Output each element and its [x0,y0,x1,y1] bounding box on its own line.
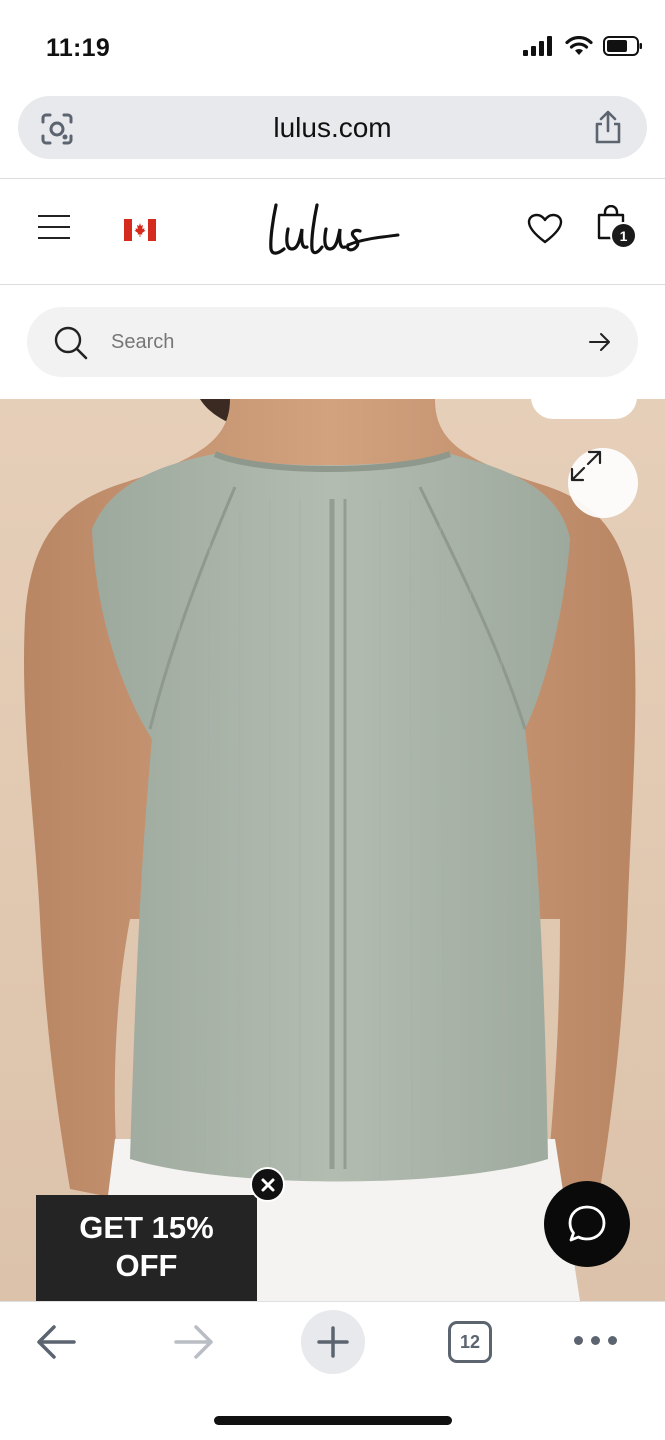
close-icon [261,1178,274,1191]
product-image[interactable] [0,399,665,1301]
menu-icon[interactable] [38,215,70,239]
more-icon[interactable] [574,1336,617,1345]
tabs-icon[interactable]: 12 [448,1321,492,1363]
battery-icon [603,36,642,56]
url-text[interactable]: lulus.com [18,112,647,144]
expand-button[interactable] [568,448,638,518]
divider [0,284,665,285]
arrow-right-icon[interactable] [588,332,612,352]
new-tab-button[interactable] [301,1310,365,1374]
back-arrow-icon[interactable] [34,1322,78,1362]
promo-label[interactable]: GET 15% OFF [79,1210,213,1283]
status-bar: 11:19 [0,0,665,92]
brand-logo[interactable] [262,199,402,261]
search-bar[interactable] [27,307,638,377]
cellular-signal-icon [523,36,552,56]
share-icon[interactable] [593,109,623,145]
url-bar[interactable]: lulus.com [18,96,647,159]
tab-count: 12 [459,1331,481,1352]
promo-close-button[interactable] [250,1167,285,1202]
search-input[interactable] [111,325,551,359]
wifi-icon [565,36,593,55]
status-time: 11:19 [46,34,111,62]
product-photo [0,399,665,1301]
home-indicator[interactable] [214,1416,452,1425]
expand-icon [570,450,602,482]
site-header: 1 [0,179,665,284]
search-icon [54,326,88,360]
bag-count-badge: 1 [610,222,637,249]
plus-icon [317,1326,349,1358]
chat-button[interactable] [544,1181,630,1267]
promo-banner[interactable]: GET 15% OFF [36,1195,257,1301]
heart-icon[interactable] [527,213,563,245]
canada-flag-icon[interactable] [124,219,156,241]
status-icons [523,36,643,56]
image-badge [531,399,637,419]
chat-bubble-icon [568,1205,606,1242]
forward-arrow-icon[interactable] [172,1322,216,1362]
